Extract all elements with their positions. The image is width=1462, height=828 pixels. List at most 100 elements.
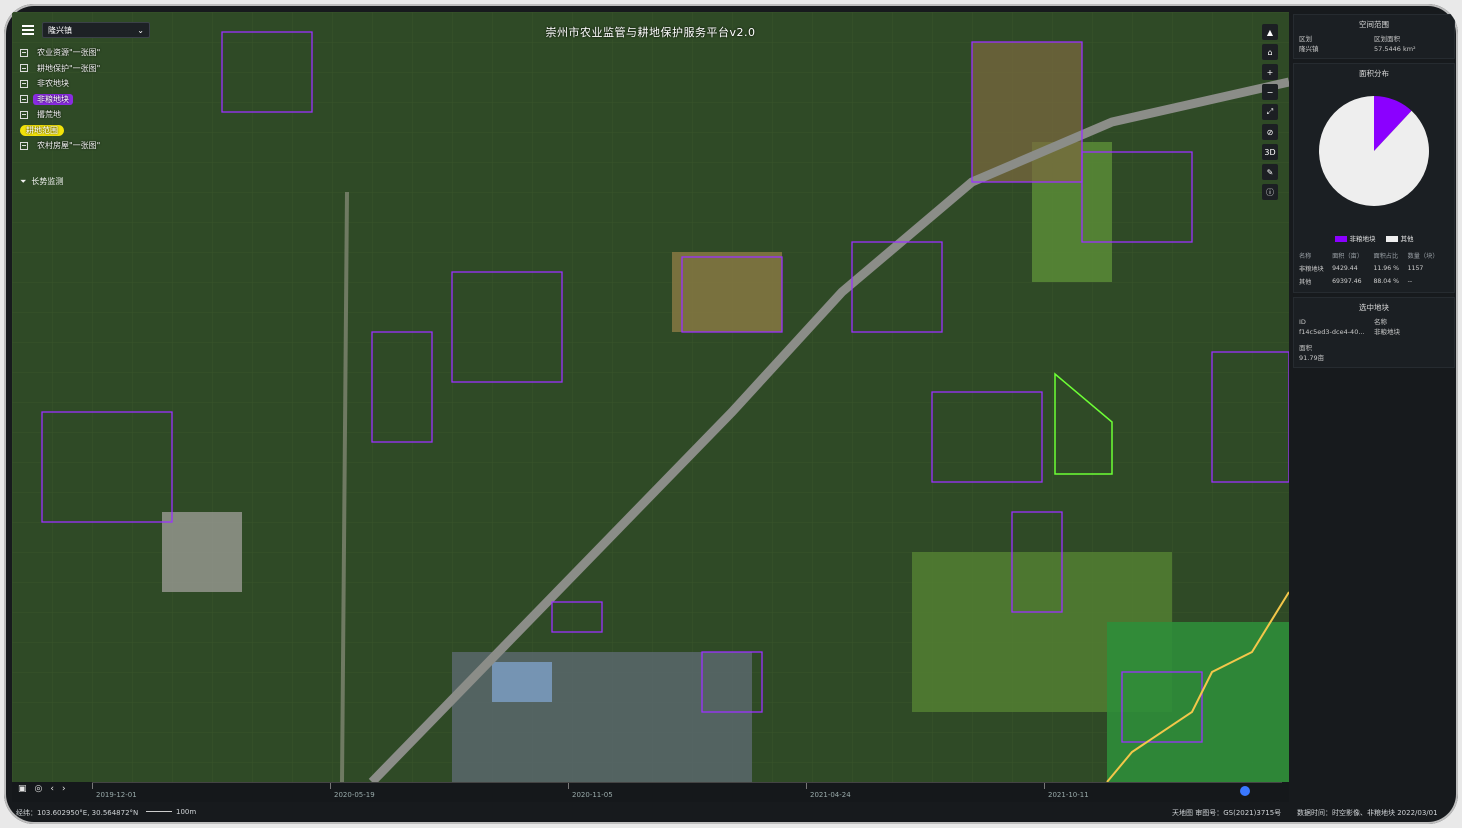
zoom-out-icon[interactable]: − [1262, 84, 1278, 100]
area-distribution-card: 面积分布 非粮地块 其他 名称 面积（亩） 面积占比 数量（块） 非粮地块 94… [1293, 63, 1455, 293]
map-toolbar: ▲ ⌂ + − ⤢ ⊘ 3D ✎ ⓘ [1262, 24, 1278, 200]
area-label-row: 面积 [1299, 343, 1449, 353]
table-header: 面积（亩） [1332, 253, 1364, 260]
table-cell: 9429.44 [1332, 265, 1358, 272]
hide-icon[interactable]: ⊘ [1262, 124, 1278, 140]
layer-label: 撂荒地 [37, 110, 61, 120]
map-view[interactable]: 崇州市农业监管与耕地保护服务平台v2.0 隆兴镇 ⌄ 农业资源"一张图" 耕地保… [12, 12, 1289, 782]
layer-toggle-icon [20, 110, 28, 119]
legend-label: 其他 [1400, 235, 1414, 243]
menu-icon[interactable] [20, 22, 36, 38]
timeline-bar: ▣ ◎ ‹ › 2019-12-01 2020-05-19 2020-11-05… [12, 782, 1289, 802]
timeline-date: 2021-10-11 [1048, 791, 1089, 799]
chevron-down-icon: ⌄ [137, 25, 144, 35]
layer-item-6[interactable]: 农村房屋"一张图" [20, 138, 104, 154]
timeline-controls: ▣ ◎ ‹ › [18, 784, 66, 794]
play-icon[interactable]: ◎ [35, 784, 43, 794]
spatial-col2: 区划面积 [1374, 35, 1400, 43]
legend-label: 非粮地块 [1349, 235, 1376, 243]
spatial-value-row: 隆兴镇 57.5446 km² [1299, 44, 1449, 54]
legend-item-feiliang: 非粮地块 [1334, 233, 1376, 243]
calendar-icon[interactable]: ▣ [18, 784, 27, 794]
table-header: 面积占比 [1373, 253, 1399, 260]
satellite-map[interactable] [12, 12, 1289, 782]
info-icon[interactable]: ⓘ [1262, 184, 1278, 200]
region-select[interactable]: 隆兴镇 ⌄ [42, 22, 150, 38]
layer-list: 农业资源"一张图" 耕地保护"一张图" 非农地块 非粮地块 撂荒地 耕地范围 农… [20, 45, 104, 154]
table-cell: 1157 [1407, 265, 1424, 272]
layer-label: 农业资源"一张图" [37, 48, 101, 58]
timeline-tick [92, 783, 93, 789]
spatial-scope-card: 空间范围 区划 区划面积 隆兴镇 57.5446 km² [1293, 14, 1455, 59]
layer-label: 耕地范围 [20, 124, 64, 136]
table-cell: 11.96 % [1373, 265, 1399, 272]
pie-legend: 非粮地块 其他 [1299, 233, 1449, 243]
selected-title: 选中地块 [1359, 303, 1389, 312]
status-bar: 经纬：103.602950°E, 30.564872°N 100m 天地图 审图… [12, 808, 1452, 820]
area-label: 面积 [1299, 344, 1312, 352]
prev-icon[interactable]: ‹ [50, 784, 54, 794]
legend-item-other: 其他 [1385, 233, 1414, 243]
right-panel: 空间范围 区划 区划面积 隆兴镇 57.5446 km² 面积分布 非粮地块 其… [1293, 14, 1455, 372]
distribution-table: 名称 面积（亩） 面积占比 数量（块） 非粮地块 9429.44 11.96 %… [1299, 249, 1449, 288]
growth-monitor-button[interactable]: ⏷ 长势监测 [20, 176, 63, 187]
home-icon[interactable]: ⌂ [1262, 44, 1278, 60]
filter-icon: ⏷ [20, 176, 27, 186]
timeline-track[interactable]: 2019-12-01 2020-05-19 2020-11-05 2021-04… [92, 782, 1282, 803]
timeline-tick [806, 783, 807, 789]
pie-slice-1[interactable] [1319, 96, 1429, 206]
layer-item-2[interactable]: 非农地块 [20, 76, 104, 92]
name-label: 名称 [1374, 318, 1387, 326]
timeline-tick [330, 783, 331, 789]
timeline-cursor-icon[interactable] [1240, 786, 1250, 796]
table-cell: 非粮地块 [1299, 266, 1324, 273]
pie-chart [1319, 96, 1429, 206]
layer-item-4[interactable]: 撂荒地 [20, 107, 104, 123]
timeline-date: 2021-04-24 [810, 791, 851, 799]
id-label: ID [1299, 318, 1306, 326]
id-value: f14c5ed3-dce4-40... [1299, 328, 1365, 336]
map-copyright: 天地图 审图号：GS(2021)3715号 [1172, 809, 1282, 817]
next-icon[interactable]: › [62, 784, 66, 794]
layer-label: 非粮地块 [33, 93, 73, 105]
timeline-date: 2020-05-19 [334, 791, 375, 799]
scale-label: 100m [176, 808, 197, 816]
selected-parcel-card: 选中地块 ID 名称 f14c5ed3-dce4-40... 非粮地块 面积 9… [1293, 297, 1455, 368]
layer-item-5[interactable]: 耕地范围 [20, 123, 104, 139]
fullscreen-icon[interactable]: ⤢ [1262, 104, 1278, 120]
coords-value: 103.602950°E, 30.564872°N [37, 809, 139, 817]
top-left-controls: 隆兴镇 ⌄ [20, 22, 150, 38]
spatial-header-row: 区划 区划面积 [1299, 34, 1449, 44]
measure-icon[interactable]: ✎ [1262, 164, 1278, 180]
table-cell: 69397.46 [1332, 278, 1362, 285]
layer-item-3[interactable]: 非粮地块 [20, 92, 104, 108]
layer-toggle-icon [20, 141, 28, 150]
layer-label: 非农地块 [37, 79, 69, 89]
table-cell: -- [1407, 278, 1413, 285]
data-source: 数据时间：时空影像、非粮地块 2022/03/01 [1297, 809, 1438, 817]
region-select-value: 隆兴镇 [48, 25, 72, 35]
area-value: 91.79亩 [1299, 354, 1325, 362]
scale-bar [146, 811, 172, 812]
selected-value-row: f14c5ed3-dce4-40... 非粮地块 [1299, 327, 1449, 337]
3d-button[interactable]: 3D [1262, 144, 1278, 160]
spatial-col1: 区划 [1299, 35, 1312, 43]
spatial-area: 57.5446 km² [1374, 45, 1416, 53]
zoom-in-icon[interactable]: + [1262, 64, 1278, 80]
layer-label: 农村房屋"一张图" [37, 141, 101, 151]
distribution-title: 面积分布 [1359, 69, 1389, 78]
compass-icon[interactable]: ▲ [1262, 24, 1278, 40]
name-value: 非粮地块 [1374, 328, 1400, 336]
coordinate-readout: 经纬：103.602950°E, 30.564872°N [16, 809, 139, 817]
layer-item-1[interactable]: 耕地保护"一张图" [20, 61, 104, 77]
layer-toggle-icon [20, 64, 28, 73]
layer-toggle-icon [20, 95, 28, 104]
table-cell: 88.04 % [1373, 278, 1399, 285]
table-header: 名称 [1299, 253, 1312, 260]
spatial-region: 隆兴镇 [1299, 45, 1319, 53]
spatial-title: 空间范围 [1359, 20, 1389, 29]
timeline-date: 2020-11-05 [572, 791, 613, 799]
layer-item-0[interactable]: 农业资源"一张图" [20, 45, 104, 61]
growth-monitor-label: 长势监测 [31, 177, 64, 186]
area-value-row: 91.79亩 [1299, 353, 1449, 363]
